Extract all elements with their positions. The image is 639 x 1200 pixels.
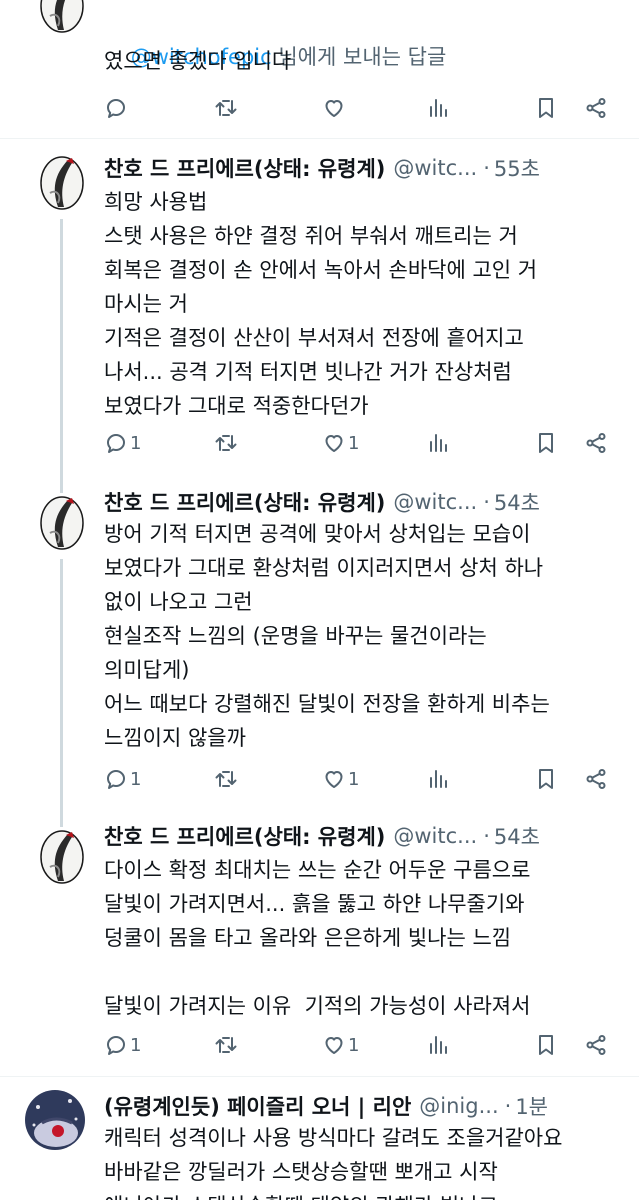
like-icon xyxy=(322,431,346,455)
tweet-header: 찬호 드 프리에르(상태: 유령계) @witc... · 54초 xyxy=(104,485,625,519)
retweet-icon xyxy=(214,1033,238,1057)
share-button[interactable] xyxy=(584,761,608,797)
tweet[interactable]: @witchofepic 님에게 보내는 답글 였으면 좋겠다 입니다 xyxy=(0,0,639,138)
views-icon xyxy=(426,1033,450,1057)
avatar[interactable] xyxy=(38,495,84,551)
avatar[interactable] xyxy=(38,829,84,885)
like-icon xyxy=(322,1033,346,1057)
retweet-icon xyxy=(214,767,238,791)
thread-line xyxy=(60,479,63,493)
views-button[interactable] xyxy=(426,1027,450,1063)
thread-line xyxy=(60,219,63,479)
like-button[interactable]: 1 xyxy=(322,425,359,461)
like-icon xyxy=(322,96,346,120)
bookmark-icon xyxy=(534,96,558,120)
bookmark-button[interactable] xyxy=(534,1027,558,1063)
bookmark-icon xyxy=(534,767,558,791)
bookmark-button[interactable] xyxy=(534,425,558,461)
user-handle[interactable]: @witc... xyxy=(393,490,477,514)
like-button[interactable]: 1 xyxy=(322,1027,359,1063)
timestamp[interactable]: 54초 xyxy=(494,487,540,517)
share-icon xyxy=(584,1033,608,1057)
retweet-icon xyxy=(214,431,238,455)
tweet[interactable]: 찬호 드 프리에르(상태: 유령계) @witc... · 54초 방어 기적 … xyxy=(0,479,639,813)
reply-count: 1 xyxy=(130,768,142,790)
avatar[interactable] xyxy=(24,1089,86,1151)
share-button[interactable] xyxy=(584,1027,608,1063)
display-name[interactable]: 찬호 드 프리에르(상태: 유령계) xyxy=(104,487,385,517)
reply-icon xyxy=(104,96,128,120)
retweet-button[interactable] xyxy=(214,1027,238,1063)
views-icon xyxy=(426,767,450,791)
like-count: 1 xyxy=(348,1034,360,1056)
reply-icon xyxy=(104,767,128,791)
tweet-header: 찬호 드 프리에르(상태: 유령계) @witc... · 54초 xyxy=(104,819,625,853)
reply-button[interactable]: 1 xyxy=(104,1027,141,1063)
share-button[interactable] xyxy=(584,425,608,461)
retweet-button[interactable] xyxy=(214,90,238,126)
like-button[interactable]: 1 xyxy=(322,761,359,797)
display-name[interactable]: 찬호 드 프리에르(상태: 유령계) xyxy=(104,153,385,183)
tweet[interactable]: (유령계인듯) 페이즐리 오너 | 리안 @inig... · 1분 캐릭터 성… xyxy=(0,1077,639,1200)
reply-button[interactable] xyxy=(104,90,128,126)
action-bar xyxy=(104,90,610,126)
tweet-text: 였으면 좋겠다 입니다 xyxy=(104,49,292,73)
reply-button[interactable]: 1 xyxy=(104,425,141,461)
bookmark-button[interactable] xyxy=(534,90,558,126)
tweet-header: 찬호 드 프리에르(상태: 유령계) @witc... · 55초 xyxy=(104,151,625,185)
tweet-text: 캐릭터 성격이나 사용 방식마다 갈려도 조을거같아요 바바같은 깡딜러가 스탯… xyxy=(104,1126,563,1200)
user-handle[interactable]: @witc... xyxy=(393,156,477,180)
share-icon xyxy=(584,431,608,455)
reply-count: 1 xyxy=(130,432,142,454)
share-icon xyxy=(584,96,608,120)
views-button[interactable] xyxy=(426,425,450,461)
tweet[interactable]: 찬호 드 프리에르(상태: 유령계) @witc... · 54초 다이스 확정… xyxy=(0,813,639,1077)
avatar[interactable] xyxy=(38,0,84,34)
views-icon xyxy=(426,96,450,120)
action-bar: 1 1 xyxy=(104,1027,610,1063)
display-name[interactable]: 찬호 드 프리에르(상태: 유령계) xyxy=(104,821,385,851)
views-button[interactable] xyxy=(426,761,450,797)
retweet-icon xyxy=(214,96,238,120)
avatar[interactable] xyxy=(38,155,84,211)
bookmark-icon xyxy=(534,431,558,455)
display-name[interactable]: (유령계인듯) 페이즐리 오너 | 리안 xyxy=(104,1091,411,1121)
action-bar: 1 1 xyxy=(104,425,610,461)
retweet-button[interactable] xyxy=(214,425,238,461)
tweet-header: (유령계인듯) 페이즐리 오너 | 리안 @inig... · 1분 xyxy=(104,1089,625,1123)
views-button[interactable] xyxy=(426,90,450,126)
bookmark-button[interactable] xyxy=(534,761,558,797)
bookmark-icon xyxy=(534,1033,558,1057)
timestamp[interactable]: 1분 xyxy=(515,1091,548,1121)
reply-count: 1 xyxy=(130,1034,142,1056)
like-icon xyxy=(322,767,346,791)
like-count: 1 xyxy=(348,432,360,454)
share-icon xyxy=(584,767,608,791)
reply-icon xyxy=(104,1033,128,1057)
share-button[interactable] xyxy=(584,90,608,126)
views-icon xyxy=(426,431,450,455)
retweet-button[interactable] xyxy=(214,761,238,797)
action-bar: 1 1 xyxy=(104,761,610,797)
like-count: 1 xyxy=(348,768,360,790)
user-handle[interactable]: @witc... xyxy=(393,824,477,848)
thread-line xyxy=(60,559,63,813)
tweet-text: 다이스 확정 최대치는 쓰는 순간 어두운 구름으로 달빛이 가려지면서... … xyxy=(104,858,531,1018)
reply-button[interactable]: 1 xyxy=(104,761,141,797)
thread-line xyxy=(60,813,63,827)
reply-icon xyxy=(104,431,128,455)
timestamp[interactable]: 54초 xyxy=(494,821,540,851)
timestamp[interactable]: 55초 xyxy=(494,153,540,183)
tweet-text: 희망 사용법 스탯 사용은 하얀 결정 쥐어 부숴서 깨트리는 거 회복은 결정… xyxy=(104,190,538,418)
tweet[interactable]: 찬호 드 프리에르(상태: 유령계) @witc... · 55초 희망 사용법… xyxy=(0,139,639,479)
like-button[interactable] xyxy=(322,90,346,126)
tweet-text: 방어 기적 터지면 공격에 맞아서 상처입는 모습이 보였다가 그대로 환상처럼… xyxy=(104,522,550,750)
user-handle[interactable]: @inig... xyxy=(419,1094,498,1118)
